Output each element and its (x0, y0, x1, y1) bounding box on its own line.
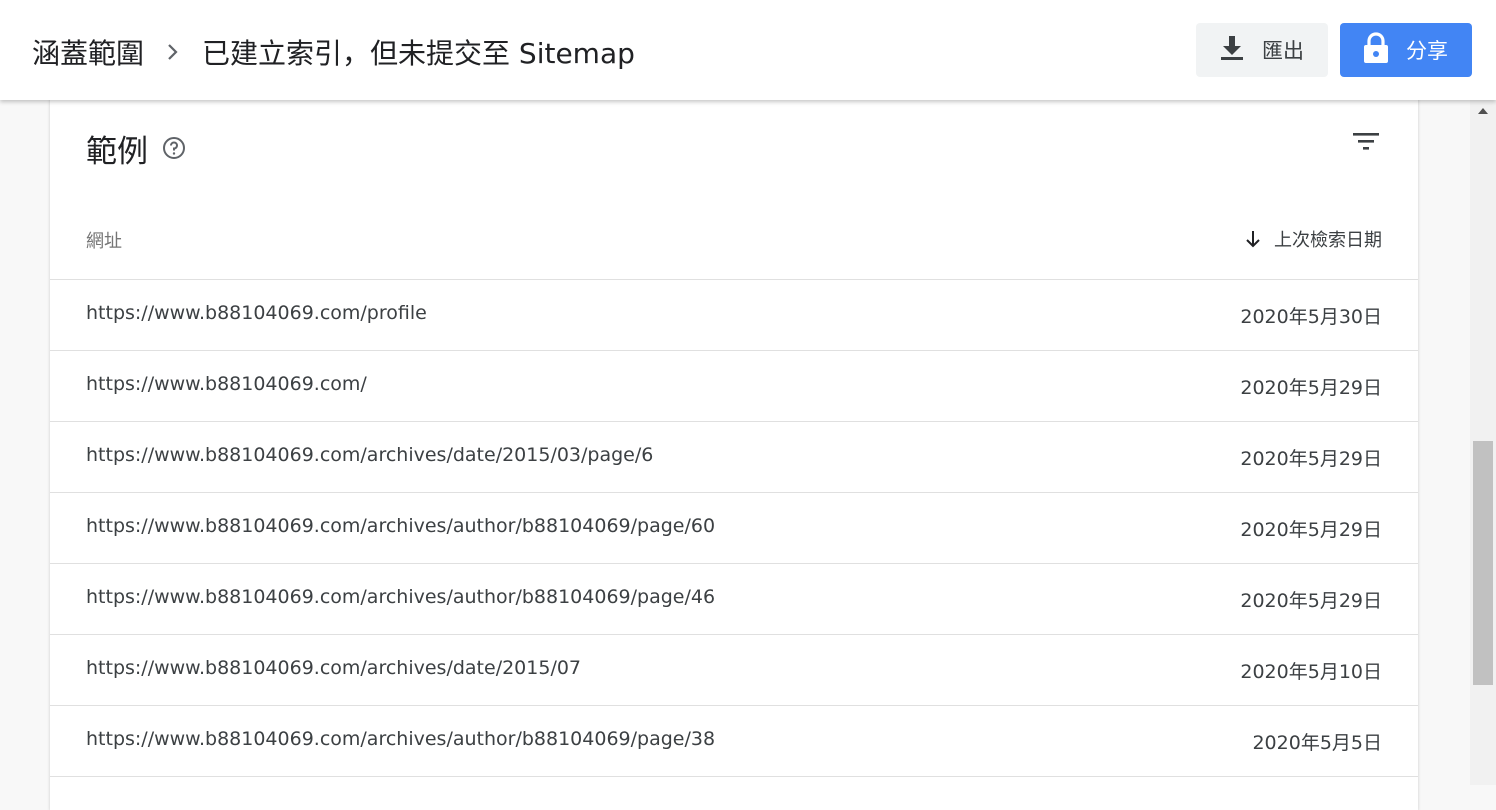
row-date: 2020年5月29日 (1240, 590, 1382, 612)
examples-card: 範例 網址 上次檢索日期 https://www.b88104069.com/p… (50, 90, 1418, 810)
row-url: https://www.b88104069.com/archives/date/… (86, 444, 654, 466)
row-date: 2020年5月29日 (1240, 519, 1382, 541)
breadcrumb-parent[interactable]: 涵蓋範圍 (32, 32, 144, 72)
export-button[interactable]: 匯出 (1196, 23, 1328, 77)
help-circle-icon[interactable] (162, 136, 186, 160)
row-url: https://www.b88104069.com/archives/autho… (86, 515, 716, 537)
row-url: https://www.b88104069.com/archives/date/… (86, 657, 582, 679)
table-header: 網址 上次檢索日期 (50, 218, 1418, 280)
top-bar: 涵蓋範圍 已建立索引，但未提交至 Sitemap 匯出 分享 (0, 0, 1496, 100)
table-body: https://www.b88104069.com/profile 2020年5… (50, 280, 1418, 777)
download-icon (1220, 35, 1244, 66)
row-date: 2020年5月30日 (1240, 306, 1382, 328)
breadcrumb-current: 已建立索引，但未提交至 Sitemap (202, 37, 635, 70)
share-button[interactable]: 分享 (1340, 23, 1472, 77)
table-row[interactable]: https://www.b88104069.com/archives/date/… (50, 635, 1418, 706)
column-header-url[interactable]: 網址 (86, 227, 122, 253)
scroll-up-arrow-icon[interactable] (1478, 108, 1488, 114)
table-row[interactable]: https://www.b88104069.com/profile 2020年5… (50, 280, 1418, 351)
scrollbar-thumb[interactable] (1473, 441, 1493, 685)
row-url: https://www.b88104069.com/archives/autho… (86, 728, 716, 750)
filter-icon[interactable] (1352, 128, 1380, 156)
row-date: 2020年5月29日 (1240, 377, 1382, 399)
breadcrumb: 涵蓋範圍 已建立索引，但未提交至 Sitemap (32, 30, 635, 74)
row-date: 2020年5月29日 (1240, 448, 1382, 470)
row-url: https://www.b88104069.com/profile (86, 302, 427, 324)
column-header-date[interactable]: 上次檢索日期 (1244, 226, 1382, 252)
chevron-right-icon (166, 42, 180, 62)
card-title-row: 範例 (86, 126, 186, 170)
export-label: 匯出 (1262, 39, 1304, 63)
arrow-down-icon (1244, 229, 1262, 249)
row-date: 2020年5月10日 (1240, 661, 1382, 683)
row-date: 2020年5月5日 (1252, 732, 1382, 754)
table-row[interactable]: https://www.b88104069.com/archives/autho… (50, 564, 1418, 635)
table-row[interactable]: https://www.b88104069.com/archives/date/… (50, 422, 1418, 493)
table-row[interactable]: https://www.b88104069.com/archives/autho… (50, 493, 1418, 564)
row-url: https://www.b88104069.com/archives/autho… (86, 586, 716, 608)
row-url: https://www.b88104069.com/ (86, 373, 367, 395)
table-row[interactable]: https://www.b88104069.com/archives/autho… (50, 706, 1418, 777)
share-label: 分享 (1406, 39, 1448, 63)
table-row[interactable]: https://www.b88104069.com/ 2020年5月29日 (50, 351, 1418, 422)
card-title: 範例 (86, 133, 148, 170)
column-header-date-label: 上次檢索日期 (1274, 230, 1382, 251)
lock-icon (1362, 31, 1390, 69)
